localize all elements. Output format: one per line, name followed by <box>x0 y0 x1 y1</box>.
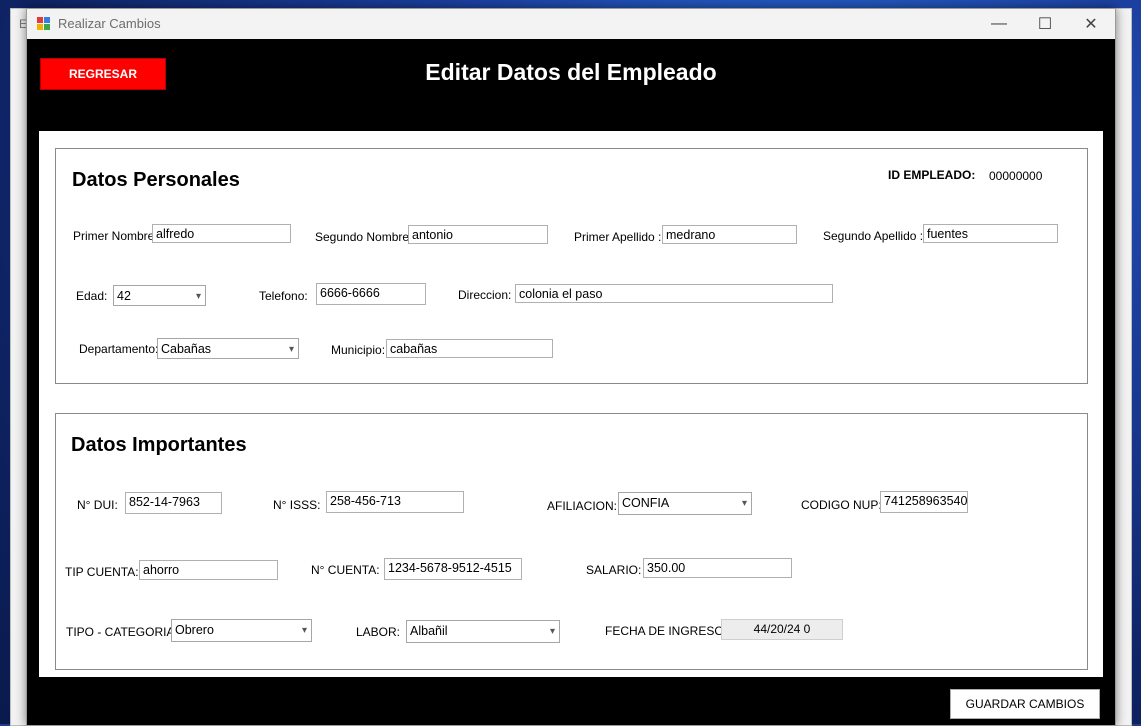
second-lastname-field[interactable]: fuentes <box>923 224 1058 243</box>
address-label: Direccion: <box>458 288 512 302</box>
labor-select-value: Albañil <box>410 624 448 638</box>
chevron-down-icon: ▾ <box>549 626 555 637</box>
chevron-down-icon: ▾ <box>288 344 294 355</box>
affiliation-select[interactable]: CONFIA ▾ <box>618 492 752 515</box>
hire-date-picker[interactable]: 44/20/24 0 <box>721 619 843 640</box>
address-field[interactable]: colonia el paso <box>515 284 833 303</box>
personal-data-title: Datos Personales <box>72 169 240 191</box>
employee-id-value: 00000000 <box>989 169 1043 183</box>
hire-date-label: FECHA DE INGRESO: <box>605 624 728 638</box>
page-title: Editar Datos del Empleado <box>425 59 717 85</box>
dui-field[interactable]: 852-14-7963 <box>125 492 222 514</box>
chevron-down-icon: ▾ <box>195 291 201 302</box>
title-bar: Realizar Cambios — ☐ ✕ <box>27 9 1115 39</box>
main-window: Realizar Cambios — ☐ ✕ REGRESAR Editar D… <box>26 8 1116 726</box>
isss-label: N° ISSS: <box>273 498 321 512</box>
department-select-value: Cabañas <box>161 342 212 356</box>
affiliation-select-value: CONFIA <box>622 496 670 510</box>
department-select[interactable]: Cabañas ▾ <box>157 338 299 359</box>
category-label: TIPO - CATEGORIA: <box>66 625 178 639</box>
account-type-label: TIP CUENTA: <box>65 565 139 579</box>
labor-select[interactable]: Albañil ▾ <box>406 620 560 643</box>
important-data-title: Datos Importantes <box>71 434 247 456</box>
close-icon[interactable]: ✕ <box>1068 9 1114 39</box>
municipality-label: Municipio: <box>331 343 386 357</box>
age-select-value: 42 <box>117 289 131 303</box>
form-panel: Datos Personales ID EMPLEADO: 00000000 P… <box>39 131 1103 677</box>
municipality-field[interactable]: cabañas <box>386 339 553 358</box>
second-name-label: Segundo Nombre: <box>315 230 413 244</box>
labor-label: LABOR: <box>356 625 401 639</box>
nup-label: CODIGO NUP: <box>801 498 882 512</box>
personal-data-group: Datos Personales ID EMPLEADO: 00000000 P… <box>55 148 1088 384</box>
phone-field[interactable]: 6666-6666 <box>316 283 426 305</box>
second-name-field[interactable]: antonio <box>408 225 548 244</box>
nup-field[interactable]: 741258963540 <box>880 491 968 513</box>
save-changes-button[interactable]: GUARDAR CAMBIOS <box>950 689 1100 719</box>
account-number-field[interactable]: 1234-5678-9512-4515 <box>384 558 522 580</box>
salary-field[interactable]: 350.00 <box>643 558 792 578</box>
first-lastname-field[interactable]: medrano <box>662 225 797 244</box>
dui-label: N° DUI: <box>77 498 118 512</box>
window-title: Realizar Cambios <box>58 16 161 31</box>
maximize-icon[interactable]: ☐ <box>1022 9 1068 39</box>
app-form-icon <box>37 17 51 31</box>
first-name-label: Primer Nombre: <box>73 229 158 243</box>
chevron-down-icon: ▾ <box>301 625 307 636</box>
important-data-group: Datos Importantes N° DUI: 852-14-7963 N°… <box>55 413 1088 670</box>
account-type-field[interactable]: ahorro <box>139 560 278 580</box>
department-label: Departamento: <box>79 342 159 356</box>
first-lastname-label: Primer Apellido : <box>574 230 662 244</box>
minimize-icon[interactable]: — <box>976 9 1022 39</box>
salary-label: SALARIO: <box>586 563 642 577</box>
first-name-field[interactable]: alfredo <box>152 224 291 243</box>
second-lastname-label: Segundo Apellido : <box>823 229 924 243</box>
employee-id-label: ID EMPLEADO: <box>888 168 976 182</box>
phone-label: Telefono: <box>259 289 308 303</box>
age-select[interactable]: 42 ▾ <box>113 285 206 306</box>
chevron-down-icon: ▾ <box>741 498 747 509</box>
account-number-label: N° CUENTA: <box>311 563 380 577</box>
category-select-value: Obrero <box>175 623 214 637</box>
isss-field[interactable]: 258-456-713 <box>326 491 464 513</box>
age-label: Edad: <box>76 289 108 303</box>
category-select[interactable]: Obrero ▾ <box>171 619 312 642</box>
affiliation-label: AFILIACION: <box>547 499 618 513</box>
